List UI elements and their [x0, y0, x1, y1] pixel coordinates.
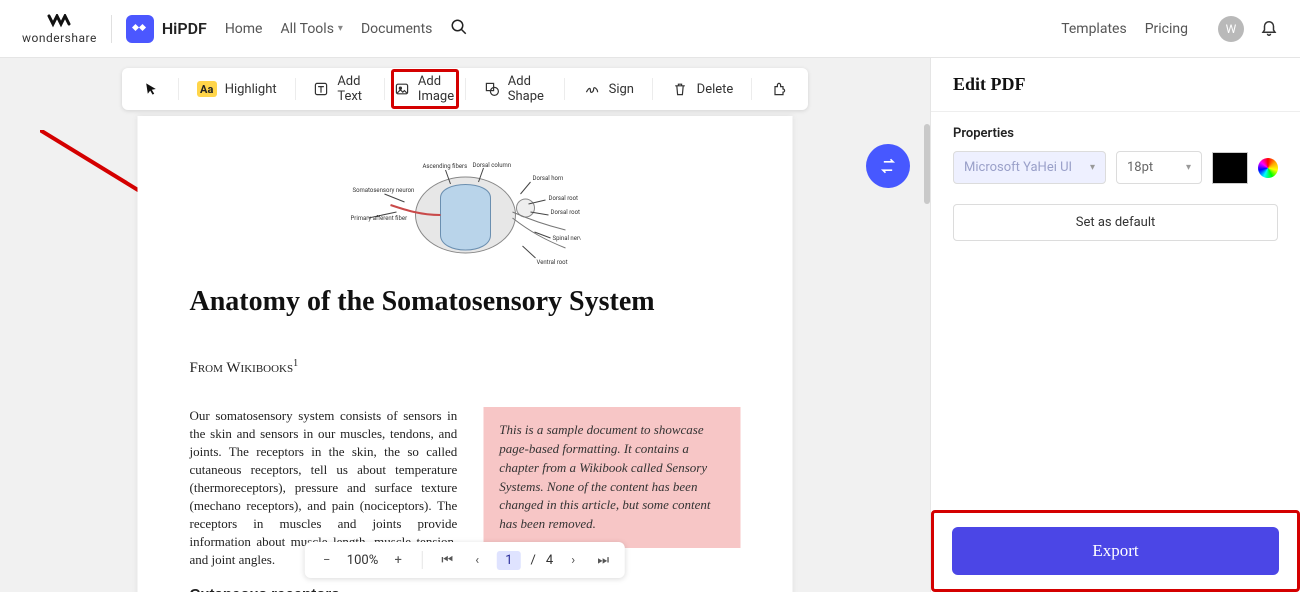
font-size-value: 18pt — [1127, 160, 1153, 175]
nav-pricing[interactable]: Pricing — [1145, 21, 1188, 37]
svg-text:Ascending fibers: Ascending fibers — [422, 163, 467, 170]
editor-toolbar: Aa Highlight Add Text Add Image — [122, 68, 808, 110]
delete-tool[interactable]: Delete — [659, 74, 746, 104]
scrollbar-thumb[interactable] — [924, 124, 930, 204]
add-shape-label: Add Shape — [508, 74, 546, 104]
add-image-tool[interactable]: Add Image — [391, 69, 459, 109]
zoom-out-button[interactable]: − — [317, 550, 337, 570]
app-name: HiPDF — [162, 19, 207, 38]
highlight-label: Highlight — [225, 82, 277, 97]
doc-subheading: Cutaneous receptors — [190, 586, 458, 592]
chevron-down-icon: ▾ — [1090, 162, 1095, 173]
add-image-label: Add Image — [418, 74, 456, 104]
font-family-select[interactable]: Microsoft YaHei UI ▾ — [953, 151, 1106, 184]
first-page-button[interactable]: ⏮ — [437, 550, 457, 570]
brand-name: wondershare — [22, 32, 97, 44]
set-default-button[interactable]: Set as default — [953, 204, 1278, 241]
sign-label: Sign — [609, 82, 634, 97]
font-size-select[interactable]: 18pt ▾ — [1116, 151, 1202, 184]
zoom-in-button[interactable]: + — [388, 550, 408, 570]
document-page[interactable]: Ascending fibers Dorsal column Dorsal ho… — [138, 116, 793, 592]
bell-icon — [1260, 18, 1278, 36]
last-page-button[interactable]: ⏭ — [593, 550, 613, 570]
editor-workspace: Aa Highlight Add Text Add Image — [0, 58, 930, 592]
user-avatar[interactable]: W — [1218, 16, 1244, 42]
add-shape-tool[interactable]: Add Shape — [472, 68, 558, 110]
swap-button[interactable] — [866, 144, 910, 188]
nav-templates[interactable]: Templates — [1061, 21, 1127, 37]
text-icon — [313, 80, 329, 98]
divider — [111, 15, 112, 43]
add-text-label: Add Text — [337, 74, 366, 104]
highlight-tool[interactable]: Aa Highlight — [185, 75, 289, 103]
doc-byline: From Wikibooks1 — [190, 358, 741, 377]
properties-panel: Edit PDF Properties Microsoft YaHei UI ▾… — [930, 58, 1300, 592]
nav-all-tools[interactable]: All Tools ▾ — [281, 21, 343, 37]
trash-icon — [671, 80, 689, 98]
svg-text:Primary afferent fiber: Primary afferent fiber — [350, 215, 407, 222]
doc-callout: This is a sample document to showcase pa… — [483, 407, 740, 548]
search-button[interactable] — [450, 18, 468, 40]
doc-title: Anatomy of the Somatosensory System — [190, 286, 741, 318]
svg-text:Dorsal horn: Dorsal horn — [532, 175, 563, 182]
swap-icon — [878, 156, 898, 176]
nav-documents[interactable]: Documents — [361, 21, 432, 37]
notifications-button[interactable] — [1260, 18, 1278, 40]
svg-text:Dorsal root: Dorsal root — [548, 195, 578, 202]
svg-text:Spinal nerve: Spinal nerve — [552, 235, 580, 242]
chevron-down-icon: ▾ — [1186, 162, 1191, 173]
chevron-down-icon: ▾ — [338, 23, 343, 34]
page-total: 4 — [546, 553, 553, 568]
delete-label: Delete — [697, 82, 734, 97]
hipdf-logo-icon — [126, 15, 154, 43]
properties-label: Properties — [931, 112, 1300, 151]
next-page-button[interactable]: › — [563, 550, 583, 570]
nav-all-tools-label: All Tools — [281, 21, 334, 37]
puzzle-icon — [770, 80, 788, 98]
cursor-tool[interactable] — [130, 74, 172, 104]
plugins-tool[interactable] — [758, 74, 800, 104]
color-swatch[interactable] — [1212, 152, 1248, 184]
panel-title: Edit PDF — [931, 58, 1300, 112]
svg-text:Dorsal root ganglion: Dorsal root ganglion — [550, 209, 580, 216]
sign-tool[interactable]: Sign — [571, 74, 646, 104]
shape-icon — [484, 80, 500, 98]
wondershare-brand: wondershare — [22, 14, 97, 44]
neuron-diagram-image: Ascending fibers Dorsal column Dorsal ho… — [350, 160, 580, 270]
cursor-icon — [142, 80, 160, 98]
highlight-icon: Aa — [197, 81, 217, 97]
app-header: wondershare HiPDF Home All Tools ▾ Docum… — [0, 0, 1300, 58]
add-text-tool[interactable]: Add Text — [301, 68, 378, 110]
wondershare-logo-icon — [47, 14, 71, 32]
page-current[interactable]: 1 — [497, 551, 520, 570]
search-icon — [450, 18, 468, 36]
page-sep: / — [531, 553, 536, 568]
prev-page-button[interactable]: ‹ — [467, 550, 487, 570]
sign-icon — [583, 80, 601, 98]
export-button[interactable]: Export — [952, 527, 1279, 575]
svg-text:Ventral root: Ventral root — [536, 259, 567, 266]
page-controls: − 100% + ⏮ ‹ 1 / 4 › ⏭ — [305, 542, 625, 578]
font-family-value: Microsoft YaHei UI — [964, 160, 1072, 175]
image-icon — [394, 80, 410, 98]
zoom-level: 100% — [347, 553, 378, 568]
color-picker-button[interactable] — [1258, 158, 1278, 178]
svg-text:Dorsal column: Dorsal column — [472, 162, 511, 169]
nav-home[interactable]: Home — [225, 21, 263, 37]
svg-text:Somatosensory neuron: Somatosensory neuron — [352, 187, 414, 194]
